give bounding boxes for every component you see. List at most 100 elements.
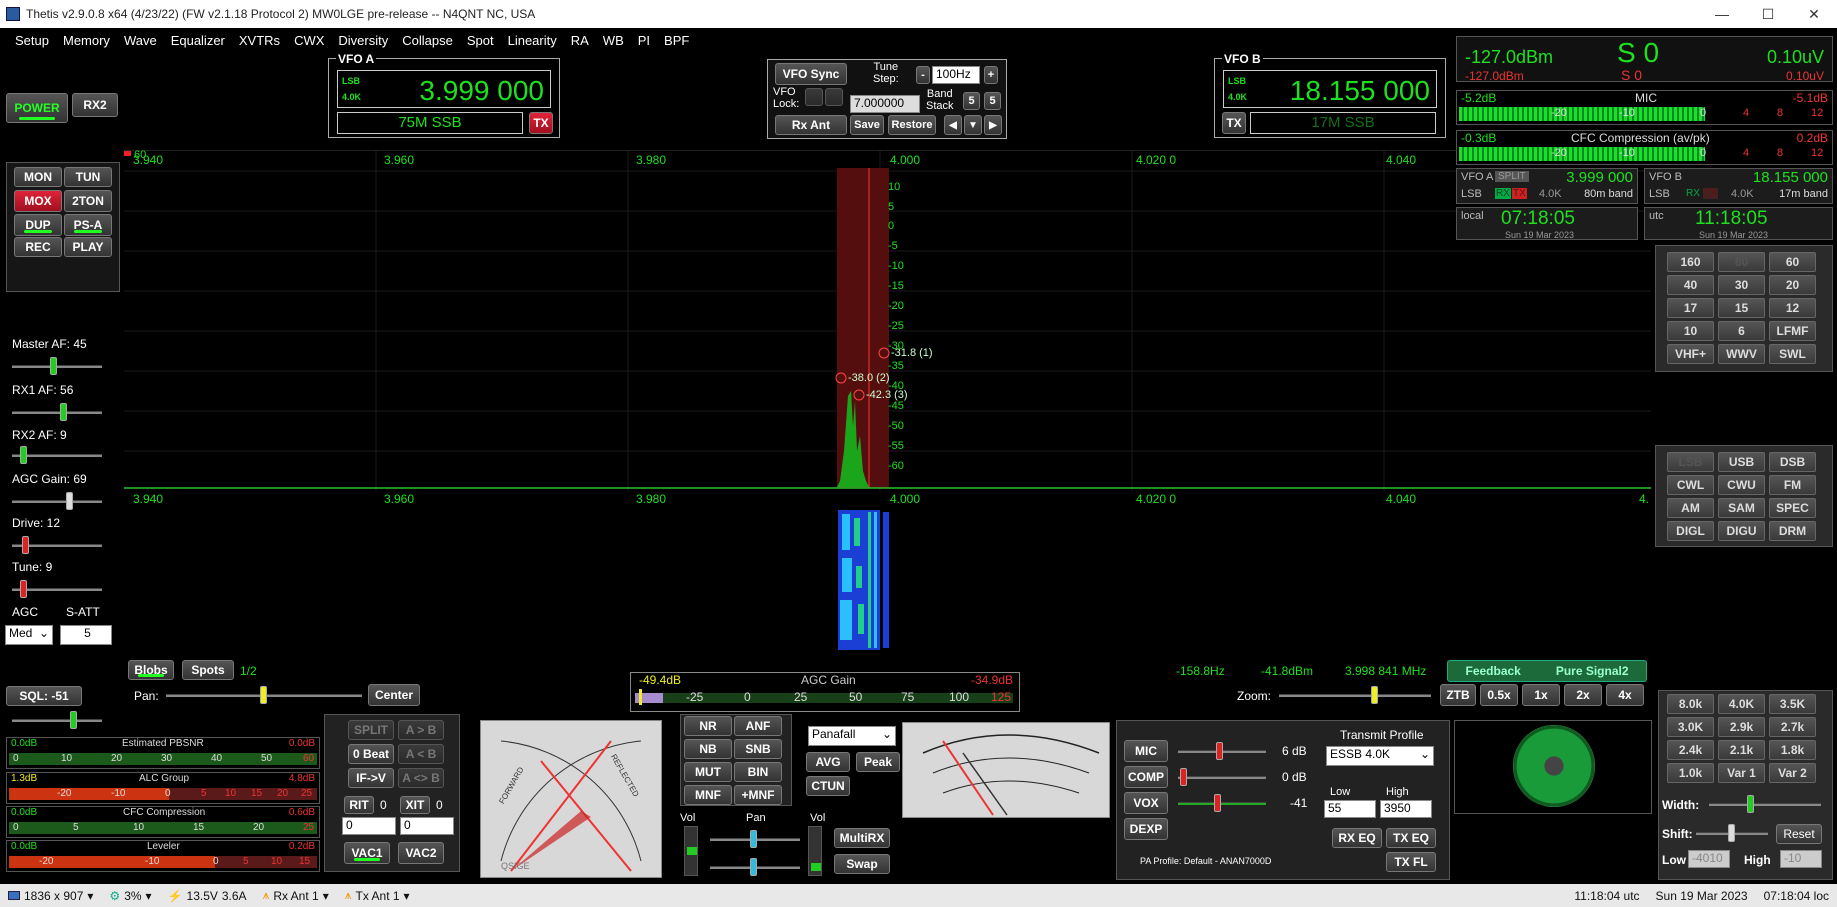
- band-12[interactable]: 12: [1769, 298, 1816, 318]
- play-button[interactable]: PLAY: [64, 237, 112, 257]
- filter-1-8k[interactable]: 1.8k: [1769, 740, 1816, 760]
- split-button[interactable]: SPLIT: [348, 720, 394, 740]
- zoom-4x-button[interactable]: 4x: [1606, 684, 1644, 706]
- menu-wave[interactable]: Wave: [117, 33, 164, 48]
- psa-button[interactable]: PS-A: [64, 214, 112, 236]
- band-stack-2[interactable]: 5: [984, 92, 1001, 110]
- tune-step-value[interactable]: 100Hz: [932, 66, 980, 84]
- menu-ra[interactable]: RA: [564, 33, 596, 48]
- save-button[interactable]: Save: [850, 115, 884, 135]
- if-to-v-button[interactable]: IF->V: [348, 768, 394, 788]
- bin-button[interactable]: BIN: [734, 762, 782, 782]
- band-swl[interactable]: SWL: [1769, 344, 1816, 364]
- rec-button[interactable]: REC: [14, 237, 62, 257]
- zoom-slider[interactable]: [1275, 684, 1435, 706]
- vfo-sync-button[interactable]: VFO Sync: [775, 63, 847, 85]
- shift-slider[interactable]: [1692, 822, 1772, 844]
- zoom-1x-button[interactable]: 1x: [1522, 684, 1560, 706]
- nb-button[interactable]: NB: [684, 739, 732, 759]
- mon-button[interactable]: MON: [14, 167, 62, 187]
- vfo-b-display[interactable]: LSB 4.0K 18.155 000: [1223, 70, 1437, 108]
- avg-button[interactable]: AVG: [806, 752, 850, 772]
- mox-button[interactable]: MOX: [14, 190, 62, 212]
- xit-button[interactable]: XIT: [400, 796, 430, 814]
- tx-fl-button[interactable]: TX FL: [1386, 852, 1436, 872]
- menu-setup[interactable]: Setup: [8, 33, 56, 48]
- satt-spinner[interactable]: 5: [60, 625, 112, 645]
- tun-button[interactable]: TUN: [64, 167, 112, 187]
- band-6[interactable]: 6: [1718, 321, 1765, 341]
- mut-button[interactable]: MUT: [684, 762, 732, 782]
- mode-lsb[interactable]: LSB: [1667, 452, 1714, 472]
- rx2-af-slider[interactable]: [8, 444, 106, 466]
- pan-slider[interactable]: [162, 684, 366, 706]
- zero-beat-button[interactable]: 0 Beat: [348, 744, 394, 764]
- tune-step-minus[interactable]: -: [916, 66, 930, 84]
- close-button[interactable]: ✕: [1791, 0, 1837, 28]
- tx-high-input[interactable]: 3950: [1380, 800, 1432, 818]
- vfo-tuning-knob[interactable]: [1513, 725, 1595, 807]
- mode-cwu[interactable]: CWU: [1718, 475, 1765, 495]
- nr-button[interactable]: NR: [684, 716, 732, 736]
- agc-mode-select[interactable]: Med ⌄: [5, 625, 53, 645]
- blobs-button[interactable]: Blobs: [128, 660, 174, 680]
- filter-var1[interactable]: Var 1: [1718, 763, 1765, 783]
- tx-eq-button[interactable]: TX EQ: [1386, 828, 1436, 848]
- pan-slider-2[interactable]: [706, 856, 804, 878]
- master-af-slider[interactable]: [8, 355, 106, 377]
- band-15[interactable]: 15: [1718, 298, 1765, 318]
- multirx-button[interactable]: MultiRX: [834, 828, 890, 848]
- rx2-button[interactable]: RX2: [72, 93, 118, 117]
- dup-button[interactable]: DUP: [14, 214, 62, 236]
- mode-sam[interactable]: SAM: [1718, 498, 1765, 518]
- band-stack-1[interactable]: 5: [963, 92, 980, 110]
- sql-slider[interactable]: [8, 709, 106, 731]
- vfo-lock-b[interactable]: [825, 88, 843, 106]
- rit-spinner[interactable]: 0: [342, 817, 396, 835]
- menu-pi[interactable]: PI: [631, 33, 657, 48]
- filter-2-4k[interactable]: 2.4k: [1667, 740, 1714, 760]
- filter-2-9k[interactable]: 2.9k: [1718, 717, 1765, 737]
- peak-button[interactable]: Peak: [856, 752, 900, 772]
- mode-fm[interactable]: FM: [1769, 475, 1816, 495]
- vfo-b-tx-button[interactable]: TX: [1222, 112, 1246, 134]
- band-down-button[interactable]: ▼: [964, 115, 982, 135]
- rit-button[interactable]: RIT: [344, 796, 374, 814]
- filter-4k[interactable]: 4.0K: [1718, 694, 1765, 714]
- menu-memory[interactable]: Memory: [56, 33, 117, 48]
- agc-gain-slider[interactable]: [8, 490, 106, 512]
- band-20[interactable]: 20: [1769, 275, 1816, 295]
- filter-1k[interactable]: 1.0k: [1667, 763, 1714, 783]
- tune-step-plus[interactable]: +: [984, 66, 998, 84]
- a-to-b-button[interactable]: A > B: [398, 720, 444, 740]
- panadapter[interactable]: 3.940 3.960 3.980 4.000 4.020 0 4.040 60…: [124, 149, 1651, 491]
- comp-button[interactable]: COMP: [1124, 766, 1168, 788]
- mode-dsb[interactable]: DSB: [1769, 452, 1816, 472]
- waterfall[interactable]: 3.940 3.960 3.980 4.000 4.020 0 4.040 4.: [124, 490, 1651, 655]
- zoom-05x-button[interactable]: 0.5x: [1480, 684, 1518, 706]
- band-17[interactable]: 17: [1667, 298, 1714, 318]
- tx-profile-select[interactable]: ESSB 4.0K ⌄: [1326, 746, 1434, 766]
- vol-slider-1[interactable]: [684, 826, 698, 876]
- menu-cwx[interactable]: CWX: [287, 33, 331, 48]
- menu-xvtrs[interactable]: XVTRs: [232, 33, 287, 48]
- filter-high-input[interactable]: -10: [1780, 850, 1822, 868]
- 2ton-button[interactable]: 2TON: [64, 190, 112, 212]
- rx-ant-button[interactable]: Rx Ant: [775, 115, 847, 135]
- dexp-button[interactable]: DEXP: [1124, 818, 1168, 840]
- vfo-lock-value[interactable]: 7.000000: [850, 95, 920, 113]
- band-lfmf[interactable]: LFMF: [1769, 321, 1816, 341]
- ctun-button[interactable]: CTUN: [806, 776, 850, 796]
- filter-2-1k[interactable]: 2.1k: [1718, 740, 1765, 760]
- filter-2-7k[interactable]: 2.7k: [1769, 717, 1816, 737]
- band-30[interactable]: 30: [1718, 275, 1765, 295]
- swap-button[interactable]: Swap: [834, 854, 890, 874]
- mode-digl[interactable]: DIGL: [1667, 521, 1714, 541]
- vac1-button[interactable]: VAC1: [344, 842, 390, 864]
- menu-spot[interactable]: Spot: [460, 33, 501, 48]
- mode-spec[interactable]: SPEC: [1769, 498, 1816, 518]
- mnf-button[interactable]: MNF: [684, 785, 732, 805]
- status-rx-ant[interactable]: ⩚ Rx Ant 1 ▾: [255, 888, 337, 903]
- mode-drm[interactable]: DRM: [1769, 521, 1816, 541]
- vfo-a-display[interactable]: LSB 4.0K 3.999 000: [337, 70, 551, 108]
